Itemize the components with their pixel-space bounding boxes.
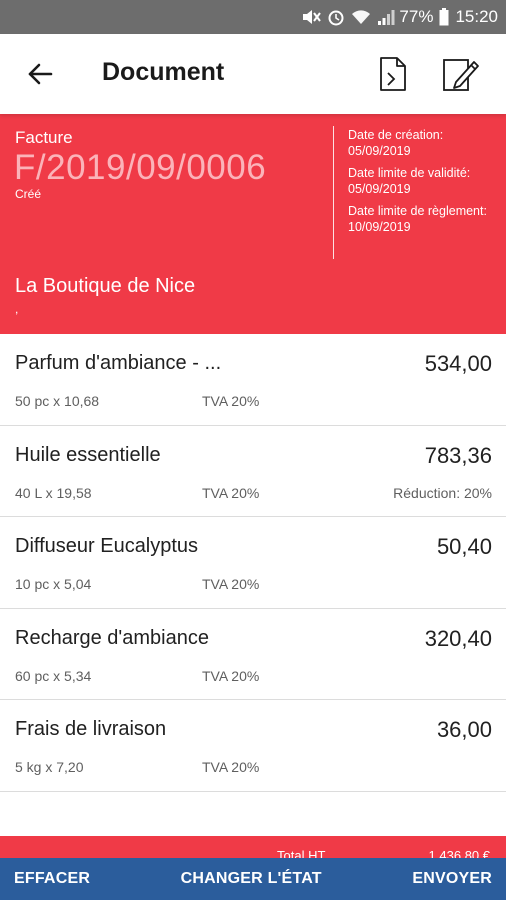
document-dates: Date de création: 05/09/2019 Date limite… xyxy=(348,127,498,241)
item-amount: 534,00 xyxy=(424,351,492,376)
item-tva: TVA 20% xyxy=(202,759,260,775)
item-quantity: 50 pc x 10,68 xyxy=(15,393,100,409)
document-status: Créé xyxy=(15,187,42,201)
page-title: Document xyxy=(102,58,225,86)
document-icon xyxy=(380,57,406,91)
list-item[interactable]: Frais de livraison 36,00 5 kg x 7,20 TVA… xyxy=(0,700,506,792)
item-quantity: 5 kg x 7,20 xyxy=(15,759,84,775)
item-name: Diffuseur Eucalyptus xyxy=(15,535,199,557)
document-header: Facture F/2019/09/0006 Créé Date de créa… xyxy=(0,114,506,334)
totals-strip: Total HT 1 436,80 € xyxy=(0,836,506,858)
payment-date-value: 10/09/2019 xyxy=(348,220,411,234)
creation-date-value: 05/09/2019 xyxy=(348,144,411,158)
change-state-button[interactable]: CHANGER L'ÉTAT xyxy=(181,870,322,888)
item-tva: TVA 20% xyxy=(202,393,260,409)
item-amount: 50,40 xyxy=(436,534,492,559)
wifi-icon xyxy=(351,9,371,25)
item-discount: Réduction: 20% xyxy=(393,484,492,501)
item-amount: 36,00 xyxy=(436,717,492,742)
validity-date-label: Date limite de validité: xyxy=(348,166,471,180)
creation-date-label: Date de création: xyxy=(348,128,444,142)
item-quantity: 40 L x 19,58 xyxy=(15,484,92,501)
item-amount: 783,36 xyxy=(424,442,492,468)
list-item[interactable]: Recharge d'ambiance 320,40 60 pc x 5,34 … xyxy=(0,609,506,700)
list-item[interactable]: Diffuseur Eucalyptus 50,40 10 pc x 5,04 … xyxy=(0,517,506,609)
send-button[interactable]: ENVOYER xyxy=(412,870,492,888)
client-name[interactable]: La Boutique de Nice xyxy=(15,275,195,298)
list-item[interactable]: Parfum d'ambiance - ... 534,00 50 pc x 1… xyxy=(0,334,506,426)
client-address: , xyxy=(15,302,19,316)
item-tva: TVA 20% xyxy=(202,484,260,501)
status-bar: 77% 15:20 xyxy=(0,0,506,34)
list-item[interactable]: Huile essentielle 783,36 40 L x 19,58 TV… xyxy=(0,426,506,517)
erase-button[interactable]: EFFACER xyxy=(14,870,90,888)
mute-icon xyxy=(301,8,322,26)
item-name: Frais de livraison xyxy=(15,718,167,740)
total-ht-value: 1 436,80 € xyxy=(428,848,490,858)
validity-date-value: 05/09/2019 xyxy=(348,182,411,196)
item-tva: TVA 20% xyxy=(202,667,260,684)
battery-percent: 77% xyxy=(399,7,434,26)
signal-icon xyxy=(377,9,395,25)
item-name: Huile essentielle xyxy=(15,443,161,466)
alarm-icon xyxy=(327,8,345,26)
total-ht-label: Total HT xyxy=(277,848,326,858)
item-name: Parfum d'ambiance - ... xyxy=(15,352,222,374)
payment-date-label: Date limite de règlement: xyxy=(348,204,487,218)
line-items-list: Parfum d'ambiance - ... 534,00 50 pc x 1… xyxy=(0,334,506,792)
battery-icon xyxy=(439,8,449,26)
header-divider xyxy=(333,126,334,259)
item-quantity: 60 pc x 5,34 xyxy=(15,667,92,684)
item-amount: 320,40 xyxy=(424,625,492,651)
bottom-action-bar: EFFACER CHANGER L'ÉTAT ENVOYER xyxy=(0,858,506,900)
back-button[interactable] xyxy=(22,56,58,92)
edit-button[interactable] xyxy=(440,54,482,94)
app-bar: Document xyxy=(0,34,506,114)
clock: 15:20 xyxy=(455,7,498,26)
edit-icon xyxy=(443,59,479,91)
document-type: Facture xyxy=(15,128,73,147)
item-tva: TVA 20% xyxy=(202,576,260,592)
item-quantity: 10 pc x 5,04 xyxy=(15,576,92,592)
document-number: F/2019/09/0006 xyxy=(14,148,267,187)
arrow-left-icon xyxy=(28,63,53,85)
item-name: Recharge d'ambiance xyxy=(15,626,209,649)
document-button[interactable] xyxy=(374,54,412,94)
